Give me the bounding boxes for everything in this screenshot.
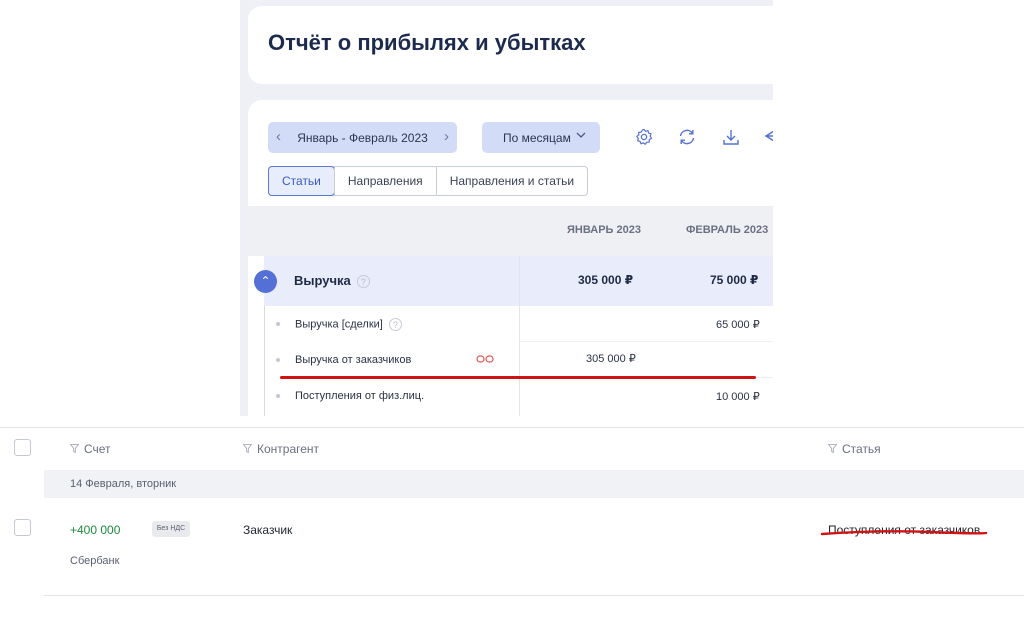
tree-node-dot bbox=[276, 322, 280, 326]
row-label: Выручка [сделки] bbox=[295, 318, 383, 331]
row-label-wrap: Выручка [сделки]? bbox=[295, 318, 402, 331]
column-header-feb: ФЕВРАЛЬ 2023 bbox=[686, 224, 769, 236]
row-feb-value: 10 000 ₽ bbox=[716, 391, 760, 403]
download-icon[interactable] bbox=[721, 127, 741, 147]
period-selector[interactable]: ‹ Январь - Февраль 2023 › bbox=[268, 122, 457, 153]
refresh-icon[interactable] bbox=[677, 127, 697, 147]
table-row[interactable]: Выручка [сделки]? 65 000 ₽ bbox=[264, 306, 773, 342]
category-header-label: Статья bbox=[842, 442, 881, 456]
date-group-header: 14 Февраля, вторник bbox=[44, 470, 1024, 498]
chevron-down-icon bbox=[576, 132, 586, 138]
period-label: Январь - Февраль 2023 bbox=[297, 131, 428, 145]
select-all-checkbox[interactable] bbox=[14, 439, 31, 456]
filter-icon[interactable] bbox=[828, 444, 837, 453]
operation-amount: +400 000 bbox=[70, 523, 121, 537]
chevron-right-icon[interactable]: › bbox=[444, 128, 449, 145]
row-label: Поступления от физ.лиц. bbox=[295, 390, 425, 402]
counterparty-header-label: Контрагент bbox=[257, 442, 320, 456]
table-row[interactable]: Выручка от заказчиков 305 000 ₽ bbox=[264, 342, 773, 378]
column-header-account[interactable]: Счет bbox=[70, 442, 111, 456]
tree-node-dot bbox=[276, 394, 280, 398]
row-checkbox[interactable] bbox=[14, 519, 31, 536]
date-group-label: 14 Февраля, вторник bbox=[70, 478, 177, 490]
tab-directions[interactable]: Направления bbox=[333, 167, 436, 195]
operation-counterparty[interactable]: Заказчик bbox=[243, 523, 292, 537]
operation-bank: Сбербанк bbox=[70, 555, 120, 567]
tab-directions-and-articles[interactable]: Направления и статьи bbox=[435, 167, 587, 195]
help-icon[interactable]: ? bbox=[356, 275, 370, 289]
red-underline-mark bbox=[820, 530, 988, 536]
title-card: Отчёт о прибылях и убытках bbox=[248, 6, 773, 84]
grouping-dropdown[interactable]: По месяцам bbox=[482, 122, 600, 153]
help-icon[interactable]: ? bbox=[388, 318, 402, 331]
filter-icon[interactable] bbox=[70, 444, 79, 453]
list-divider bbox=[44, 595, 1024, 596]
collapse-chevron-up-icon[interactable]: ⌃ bbox=[254, 270, 277, 293]
tab-articles[interactable]: Статьи bbox=[268, 166, 335, 196]
link-icon[interactable] bbox=[476, 352, 494, 366]
grouping-label: По месяцам bbox=[503, 131, 571, 145]
revenue-label-wrap: Выручка? bbox=[294, 273, 370, 289]
filter-icon[interactable] bbox=[243, 444, 252, 453]
column-header-counterparty[interactable]: Контрагент bbox=[243, 442, 319, 456]
row-jan-value: 305 000 ₽ bbox=[586, 353, 636, 365]
vat-badge: Без НДС bbox=[152, 521, 190, 537]
revenue-label: Выручка bbox=[294, 273, 351, 288]
settings-icon[interactable] bbox=[634, 127, 654, 147]
pnl-report-panel: Отчёт о прибылях и убытках ‹ Январь - Фе… bbox=[240, 0, 773, 416]
table-row[interactable]: Поступления от физ.лиц. 10 000 ₽ bbox=[264, 378, 773, 414]
row-feb-value: 65 000 ₽ bbox=[716, 319, 760, 331]
red-underline-mark bbox=[280, 376, 756, 379]
report-card: ‹ Январь - Февраль 2023 › По месяцам Ста… bbox=[248, 100, 773, 416]
column-header-category[interactable]: Статья bbox=[828, 442, 881, 456]
revenue-jan-value: 305 000 ₽ bbox=[578, 273, 634, 287]
row-label: Выручка от заказчиков bbox=[295, 354, 412, 366]
page-title: Отчёт о прибылях и убытках bbox=[268, 30, 586, 55]
tree-node-dot bbox=[276, 358, 280, 362]
account-header-label: Счет bbox=[84, 442, 111, 456]
share-icon[interactable] bbox=[762, 127, 773, 147]
revenue-feb-value: 75 000 ₽ bbox=[710, 273, 759, 287]
column-header-jan: ЯНВАРЬ 2023 bbox=[567, 224, 641, 236]
table-header: ЯНВАРЬ 2023 ФЕВРАЛЬ 2023 bbox=[248, 206, 773, 256]
list-divider bbox=[0, 427, 1024, 428]
view-tabs: Статьи Направления Направления и статьи bbox=[268, 166, 589, 196]
